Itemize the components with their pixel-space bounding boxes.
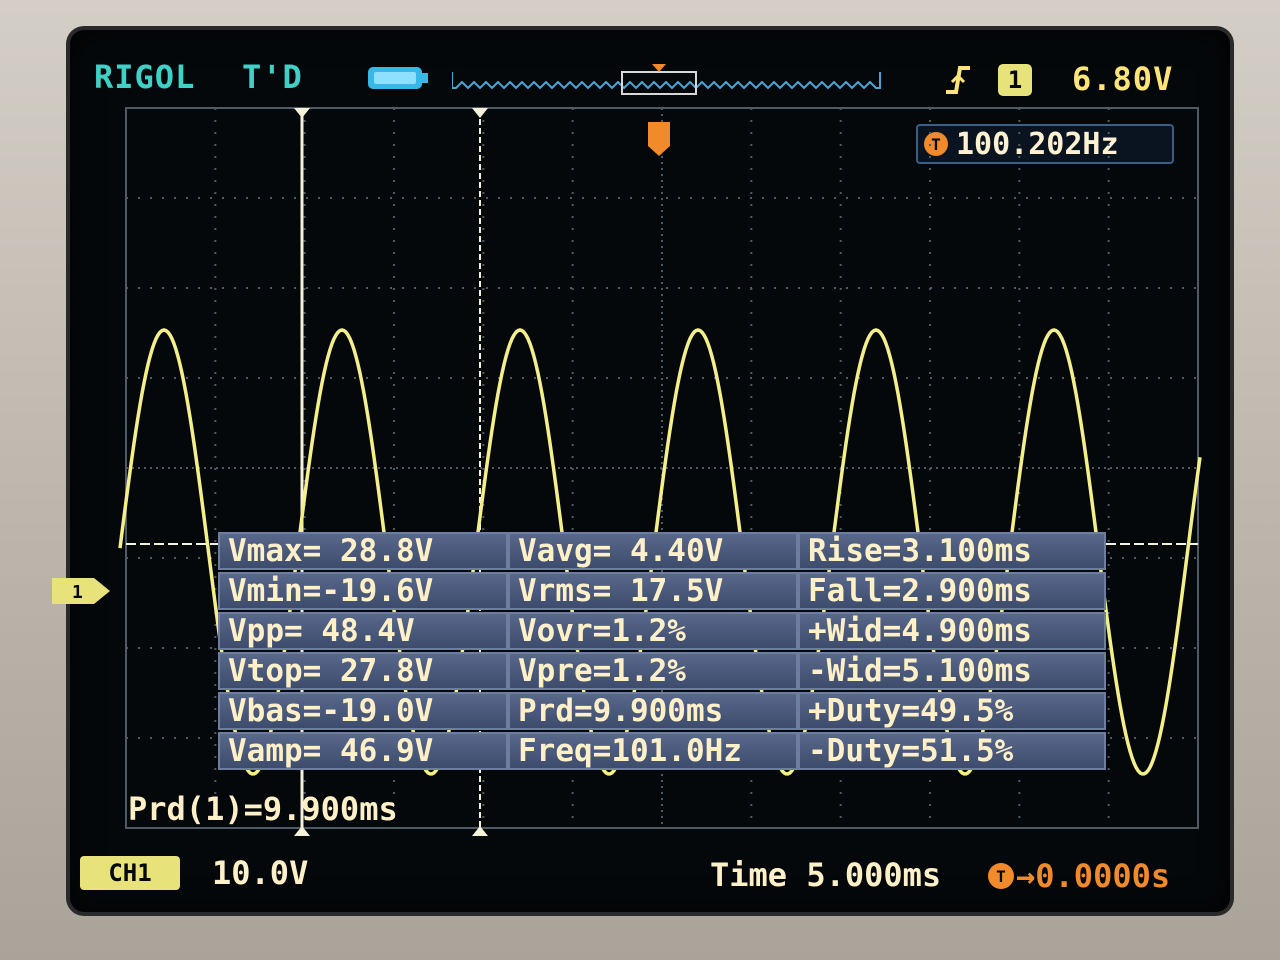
- trigger-position-marker: [648, 122, 670, 156]
- measurement-row: Vmax= 28.8V Vavg= 4.40V Rise=3.100ms: [218, 532, 1106, 570]
- measurement-cell: +Duty=49.5%: [798, 692, 1106, 730]
- cursor-readout: Prd(1)=9.900ms: [128, 790, 398, 828]
- measurement-row: Vtop= 27.8V Vpre=1.2% -Wid=5.100ms: [218, 652, 1106, 690]
- measurement-panel: Vmax= 28.8V Vavg= 4.40V Rise=3.100ms Vmin=-…: [218, 532, 1106, 776]
- measurement-cell: Vamp= 46.9V: [218, 732, 508, 770]
- measurement-row: Vbas=-19.0V Prd=9.900ms +Duty=49.5%: [218, 692, 1106, 730]
- measurement-cell: Freq=101.0Hz: [508, 732, 798, 770]
- measurement-cell: Vpre=1.2%: [508, 652, 798, 690]
- trigger-offset-icon: T: [988, 863, 1014, 889]
- measurement-cell: +Wid=4.900ms: [798, 612, 1106, 650]
- measurement-cell: Vtop= 27.8V: [218, 652, 508, 690]
- measurement-cell: Prd=9.900ms: [508, 692, 798, 730]
- measurement-row: Vmin=-19.6V Vrms= 17.5V Fall=2.900ms: [218, 572, 1106, 610]
- channel1-marker-label: 1: [72, 582, 83, 603]
- measurement-cell: Vovr=1.2%: [508, 612, 798, 650]
- timebase-label: Time 5.000ms: [710, 856, 942, 894]
- measurement-cell: Vrms= 17.5V: [508, 572, 798, 610]
- channel1-offset-marker[interactable]: 1: [52, 576, 114, 606]
- waveform-display[interactable]: [70, 30, 1230, 912]
- channel1-scale: 10.0V: [212, 854, 309, 892]
- channel1-badge[interactable]: CH1: [80, 856, 180, 890]
- trigger-offset-value: →0.0000s: [1016, 857, 1171, 895]
- cursor-a-top-marker: [294, 108, 310, 118]
- cursor-b-top-marker: [472, 108, 488, 118]
- measurement-row: Vamp= 46.9V Freq=101.0Hz -Duty=51.5%: [218, 732, 1106, 770]
- measurement-cell: -Duty=51.5%: [798, 732, 1106, 770]
- measurement-cell: Vavg= 4.40V: [508, 532, 798, 570]
- measurement-cell: Rise=3.100ms: [798, 532, 1106, 570]
- measurement-cell: -Wid=5.100ms: [798, 652, 1106, 690]
- measurement-cell: Fall=2.900ms: [798, 572, 1106, 610]
- measurement-cell: Vpp= 48.4V: [218, 612, 508, 650]
- trigger-offset: T →0.0000s: [988, 856, 1170, 896]
- measurement-cell: Vmax= 28.8V: [218, 532, 508, 570]
- measurement-cell: Vbas=-19.0V: [218, 692, 508, 730]
- measurement-row: Vpp= 48.4V Vovr=1.2% +Wid=4.900ms: [218, 612, 1106, 650]
- measurement-cell: Vmin=-19.6V: [218, 572, 508, 610]
- oscilloscope-screen: RIGOL T'D 1 6.80V T 100.202Hz 1 Vmax= 28…: [52, 30, 1230, 912]
